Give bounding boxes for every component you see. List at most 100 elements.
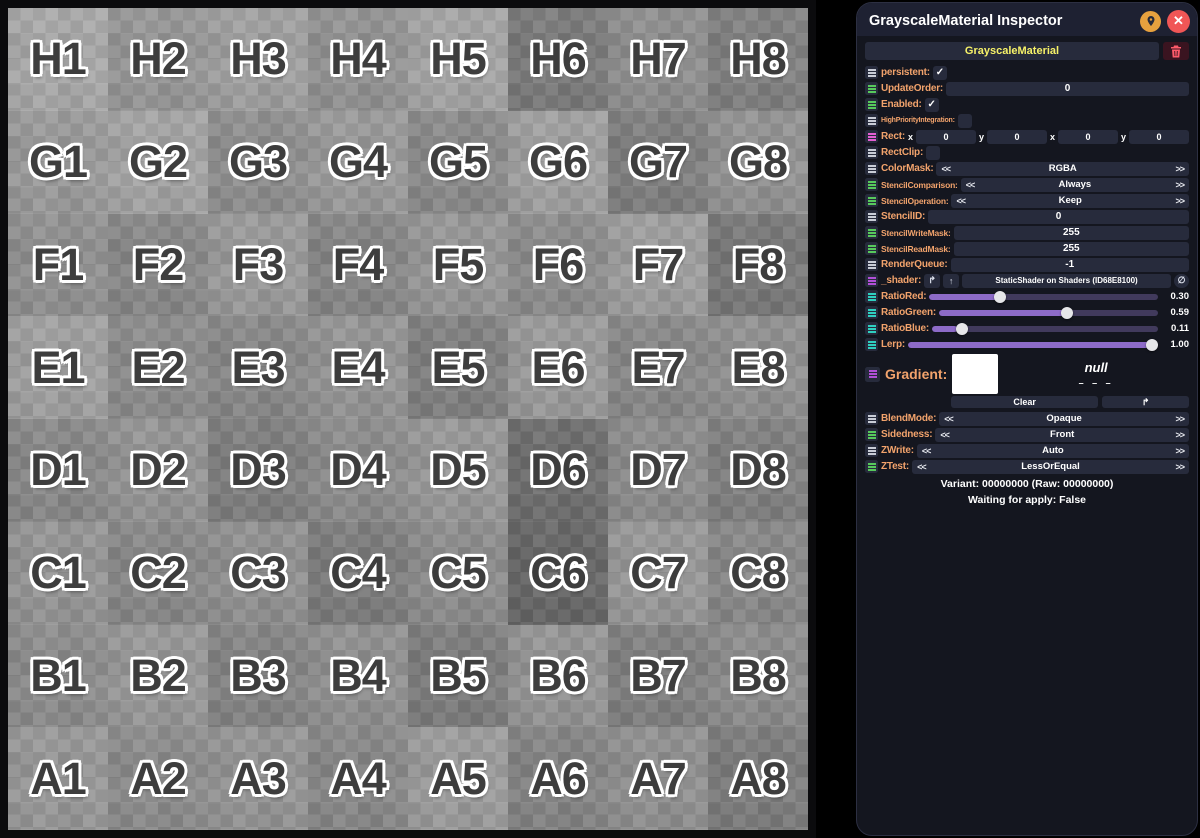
rect-y-1-field[interactable]: 0 (987, 130, 1047, 144)
pin-button[interactable] (1140, 11, 1161, 32)
stencilcomparison-next-button[interactable]: >> (1175, 180, 1184, 190)
slider-handle[interactable] (994, 291, 1006, 303)
hamburger-icon (868, 133, 876, 141)
updateorder-value-field[interactable]: 0 (946, 82, 1189, 96)
property-label: RatioGreen: (881, 307, 936, 318)
cell-label: F4 (333, 239, 384, 291)
slider-track (929, 294, 1158, 300)
ztest-next-button[interactable]: >> (1175, 462, 1184, 472)
row-shader: _shader:↱↑StaticShader on Shaders (ID68E… (865, 273, 1189, 288)
gradient-swatch[interactable] (952, 354, 998, 394)
property-type-icon (865, 274, 878, 287)
blendmode-prev-button[interactable]: << (944, 414, 953, 424)
stencilid-value-field[interactable]: 0 (928, 210, 1189, 224)
rect-x-2-field[interactable]: 0 (1058, 130, 1118, 144)
highpriorityintegration-checkbox[interactable] (958, 114, 972, 128)
hamburger-icon (868, 277, 876, 285)
colormask-next-button[interactable]: >> (1175, 164, 1184, 174)
row-ratiogreen: RatioGreen:0.59 (865, 305, 1189, 320)
rect-x-0-field[interactable]: 0 (916, 130, 976, 144)
hamburger-icon (868, 325, 876, 333)
waiting-text: Waiting for apply: False (865, 494, 1189, 506)
property-type-icon (865, 194, 878, 207)
stenciloperation-prev-button[interactable]: << (956, 196, 965, 206)
row-updateorder: UpdateOrder:0 (865, 81, 1189, 96)
hamburger-icon (868, 117, 876, 125)
ratiogreen-slider[interactable] (939, 306, 1158, 320)
rect-y-3-field[interactable]: 0 (1129, 130, 1189, 144)
cell-label: B6 (530, 650, 586, 702)
shader-grab-button-1[interactable]: ↑ (943, 274, 959, 288)
cell-label: G6 (529, 136, 587, 188)
board-cell-F7: F7 (608, 214, 708, 317)
stenciloperation-next-button[interactable]: >> (1175, 196, 1184, 206)
persistent-checkbox[interactable]: ✓ (933, 66, 947, 80)
cell-label: E8 (731, 342, 784, 394)
ratioblue-slider[interactable] (932, 322, 1158, 336)
ratioblue-value: 0.11 (1161, 323, 1189, 334)
cell-label: F6 (533, 239, 584, 291)
board-cell-A2: A2 (108, 727, 208, 830)
ztest-prev-button[interactable]: << (917, 462, 926, 472)
property-type-icon (865, 460, 878, 473)
board-cell-A1: A1 (8, 727, 108, 830)
cell-label: G7 (629, 136, 687, 188)
row-colormask: ColorMask:<<RGBA>> (865, 161, 1189, 176)
gradient-grab-button[interactable]: ↱ (1102, 396, 1189, 408)
board-cell-C6: C6 (508, 522, 608, 625)
stencilreadmask-value-field[interactable]: 255 (954, 242, 1189, 256)
property-type-icon (865, 444, 878, 457)
enabled-checkbox[interactable]: ✓ (925, 98, 939, 112)
board-cell-G2: G2 (108, 111, 208, 214)
rectclip-checkbox[interactable] (926, 146, 940, 160)
board-cell-C8: C8 (708, 522, 808, 625)
board-cell-C2: C2 (108, 522, 208, 625)
property-label: StencilID: (881, 211, 925, 222)
shader-grab-button-0[interactable]: ↱ (924, 274, 940, 288)
property-label: _shader: (881, 275, 921, 286)
property-label: RatioRed: (881, 291, 926, 302)
cell-label: F5 (433, 239, 484, 291)
cell-label: E7 (631, 342, 684, 394)
cell-label: C6 (530, 547, 586, 599)
cell-label: E1 (31, 342, 84, 394)
shader-reference-field[interactable]: StaticShader on Shaders (ID68E8100) (962, 274, 1171, 288)
cell-label: D8 (730, 444, 786, 496)
zwrite-prev-button[interactable]: << (922, 446, 931, 456)
slider-handle[interactable] (1146, 339, 1158, 351)
stencilwritemask-value-field[interactable]: 255 (954, 226, 1189, 240)
cell-label: A8 (730, 753, 786, 805)
inspector-body: GrayscaleMaterial persistent:✓UpdateOrde… (857, 36, 1197, 506)
row-rectclip: RectClip: (865, 145, 1189, 160)
shader-null-button[interactable]: ∅ (1174, 274, 1189, 288)
colormask-prev-button[interactable]: << (941, 164, 950, 174)
cell-label: H1 (30, 33, 86, 85)
row-stencilcomparison: StencilComparison:<<Always>> (865, 177, 1189, 192)
cell-label: A5 (430, 753, 486, 805)
board-cell-H7: H7 (608, 8, 708, 111)
close-button[interactable]: ✕ (1167, 10, 1190, 33)
slider-handle[interactable] (956, 323, 968, 335)
lerp-slider[interactable] (908, 338, 1158, 352)
board-cell-H2: H2 (108, 8, 208, 111)
property-label: Sidedness: (881, 429, 932, 440)
lerp-value: 1.00 (1161, 339, 1189, 350)
sidedness-next-button[interactable]: >> (1175, 430, 1184, 440)
zwrite-next-button[interactable]: >> (1175, 446, 1184, 456)
board-cell-B4: B4 (308, 625, 408, 728)
delete-button[interactable] (1163, 42, 1189, 60)
property-label: RenderQueue: (881, 259, 948, 270)
sidedness-prev-button[interactable]: << (940, 430, 949, 440)
blendmode-next-button[interactable]: >> (1175, 414, 1184, 424)
board-cell-F1: F1 (8, 214, 108, 317)
cell-label: B2 (130, 650, 186, 702)
slider-handle[interactable] (1061, 307, 1073, 319)
board-cell-F8: F8 (708, 214, 808, 317)
cell-label: C8 (730, 547, 786, 599)
ratiored-slider[interactable] (929, 290, 1158, 304)
stencilcomparison-prev-button[interactable]: << (966, 180, 975, 190)
cell-label: H5 (430, 33, 486, 85)
renderqueue-value-field[interactable]: -1 (951, 258, 1189, 272)
gradient-clear-button[interactable]: Clear (951, 396, 1098, 408)
material-name-field[interactable]: GrayscaleMaterial (865, 42, 1159, 60)
